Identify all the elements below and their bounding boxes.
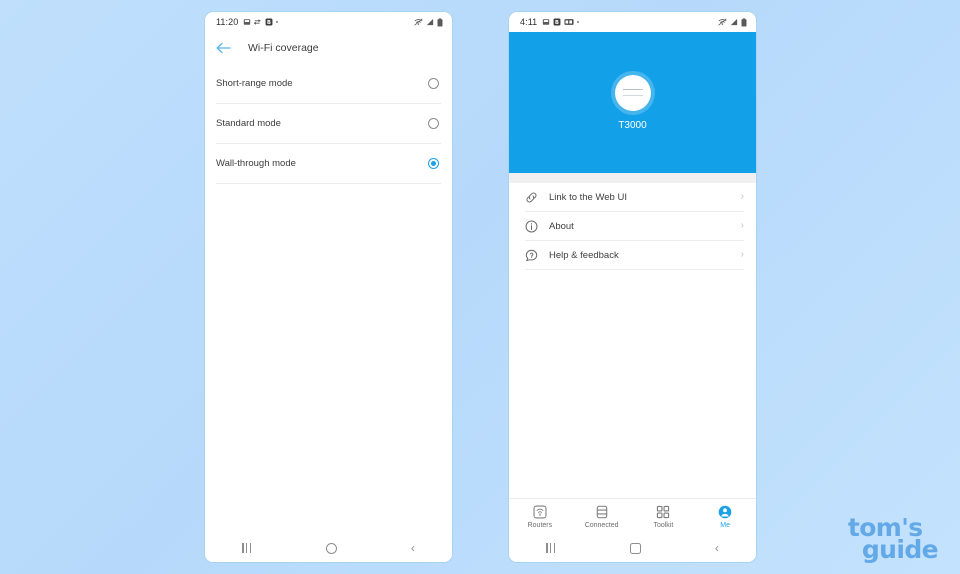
chevron-right-icon: ›: [740, 191, 744, 202]
signal-icon: [730, 18, 738, 26]
tab-label: Connected: [584, 521, 619, 529]
section-divider: [509, 173, 756, 183]
phone-right: 4:11 B T3000 Link to the Web UI › About …: [508, 11, 757, 563]
option-label: Short-range mode: [216, 78, 293, 89]
battery-icon: [741, 17, 747, 27]
option-row-wall-through[interactable]: Wall-through mode: [216, 144, 441, 184]
status-time: 4:11: [520, 17, 538, 27]
toolkit-tab-icon: [656, 505, 670, 519]
tab-label: Me: [720, 521, 730, 529]
option-row-standard[interactable]: Standard mode: [216, 104, 441, 144]
wifi-coverage-options-list: Short-range mode Standard mode Wall-thro…: [205, 64, 452, 534]
status-bar-right-icons: [718, 17, 747, 27]
help-chat-icon: [525, 249, 538, 262]
tab-routers[interactable]: Routers: [509, 499, 571, 534]
link-icon: [525, 191, 538, 204]
recents-icon[interactable]: [242, 543, 252, 553]
hd-badge-icon: [564, 18, 574, 26]
home-circle-icon[interactable]: [325, 542, 337, 554]
back-chevron-icon[interactable]: ‹: [411, 542, 415, 554]
menu-item-about[interactable]: About ›: [525, 212, 744, 241]
phone-left: 11:20 B Wi-Fi coverage Short-range mode …: [204, 11, 453, 563]
status-bar-left: 11:20 B: [205, 12, 452, 32]
b-badge-icon: B: [265, 18, 273, 26]
option-label: Wall-through mode: [216, 158, 296, 169]
wifi-off-icon: [718, 18, 727, 26]
status-bar-right: 4:11 B: [509, 12, 756, 32]
dot-icon: [276, 21, 279, 23]
tab-label: Routers: [527, 521, 553, 529]
dot-icon: [577, 21, 580, 23]
radio-button-unselected[interactable]: [428, 78, 439, 89]
page-title: Wi-Fi coverage: [248, 42, 319, 54]
back-arrow-icon[interactable]: [216, 42, 231, 54]
android-nav-bar-right: ‹: [509, 534, 756, 562]
menu-item-label: Link to the Web UI: [549, 191, 627, 203]
connected-tab-icon: [595, 505, 609, 519]
battery-icon: [437, 17, 443, 27]
chevron-right-icon: ›: [740, 249, 744, 260]
profile-tab-icon: [718, 505, 732, 519]
router-tab-icon: [533, 505, 547, 519]
option-label: Standard mode: [216, 118, 281, 129]
back-chevron-icon[interactable]: ‹: [715, 542, 719, 554]
recents-icon[interactable]: [546, 543, 556, 553]
tab-connected[interactable]: Connected: [571, 499, 633, 534]
bottom-tab-bar: Routers Connected Toolkit Me: [509, 498, 756, 534]
router-slot-detail: [622, 89, 643, 96]
android-nav-bar-left: ‹: [205, 534, 452, 562]
status-bar-left-icons: 11:20 B: [216, 17, 279, 27]
svg-text:B: B: [555, 20, 559, 26]
settings-menu-list: Link to the Web UI › About › Help & feed…: [509, 183, 756, 498]
menu-item-link-web-ui[interactable]: Link to the Web UI ›: [525, 183, 744, 212]
status-bar-right-icons: [414, 17, 443, 27]
menu-item-label: Help & feedback: [549, 249, 619, 261]
status-bar-left-icons: 4:11 B: [520, 17, 580, 27]
app-bar: Wi-Fi coverage: [205, 32, 452, 64]
menu-item-help-feedback[interactable]: Help & feedback ›: [525, 241, 744, 270]
wifi-off-icon: [414, 18, 423, 26]
device-name: T3000: [618, 119, 647, 131]
router-icon[interactable]: [614, 74, 651, 111]
tab-toolkit[interactable]: Toolkit: [633, 499, 695, 534]
toms-guide-logo: tom's guide: [848, 515, 939, 564]
logo-line-2: guide: [861, 534, 939, 564]
chevron-right-icon: ›: [740, 220, 744, 231]
info-icon: [525, 220, 538, 233]
option-row-short-range[interactable]: Short-range mode: [216, 64, 441, 104]
transfer-icon: [254, 18, 262, 26]
device-hero: T3000: [509, 32, 756, 173]
menu-item-label: About: [549, 220, 574, 232]
signal-icon: [426, 18, 434, 26]
status-time: 11:20: [216, 17, 239, 27]
tab-me[interactable]: Me: [694, 499, 756, 534]
tab-label: Toolkit: [653, 521, 674, 529]
home-square-icon[interactable]: [629, 542, 641, 554]
radio-button-unselected[interactable]: [428, 118, 439, 129]
radio-button-selected[interactable]: [428, 158, 439, 169]
screenshot-icon: [243, 18, 251, 26]
b-badge-icon: B: [553, 18, 561, 26]
svg-text:B: B: [267, 20, 271, 26]
screenshot-icon: [542, 18, 550, 26]
